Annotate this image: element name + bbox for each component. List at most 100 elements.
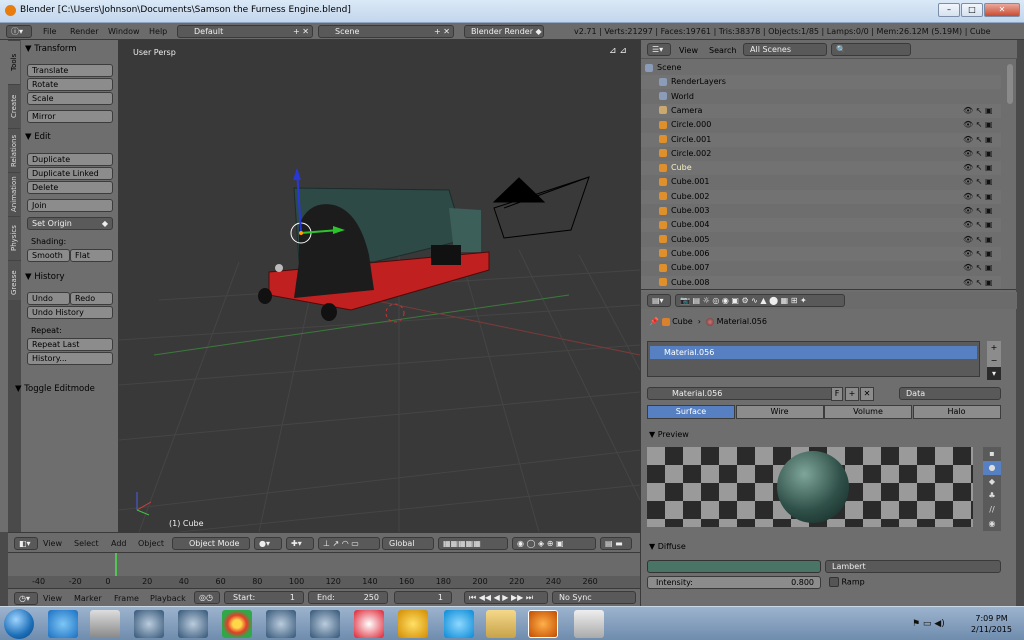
sphere-preview-icon[interactable]: ● (983, 461, 1001, 475)
end-frame-field[interactable]: End: 250 (308, 591, 388, 604)
duplicate-linked-button[interactable]: Duplicate Linked (27, 167, 113, 180)
menu-marker[interactable]: Marker (74, 594, 102, 603)
outliner-search-input[interactable]: 🔍 (831, 43, 911, 56)
new-material-button[interactable]: + (845, 387, 859, 401)
duplicate-button[interactable]: Duplicate (27, 153, 113, 166)
outliner-row[interactable]: Cube.004 👁 ↖ ▣ (641, 218, 1001, 233)
timeline-editor[interactable]: -40 -20 0 20 40 60 80 100 120 140 160 180 200 220 240 2… (8, 552, 640, 589)
outliner-row[interactable]: Cube.002 👁 ↖ ▣ (641, 189, 1001, 204)
editor-type-icon[interactable]: ▤▾ (647, 294, 671, 307)
tab-animation[interactable]: Animation (8, 172, 20, 216)
layer-buttons[interactable]: ▦▦▦▦▦ (438, 537, 508, 550)
diffuse-color-swatch[interactable] (647, 560, 821, 573)
visibility-toggles[interactable]: 👁 ↖ ▣ (963, 104, 993, 118)
visibility-toggles[interactable]: 👁 ↖ ▣ (963, 261, 993, 275)
visibility-toggles[interactable]: 👁 ↖ ▣ (963, 247, 993, 261)
close-button[interactable]: ✕ (984, 3, 1020, 17)
outliner-row[interactable]: Circle.002 👁 ↖ ▣ (641, 147, 1001, 161)
visibility-toggles[interactable]: 👁 ↖ ▣ (963, 204, 993, 218)
flat-button[interactable]: Flat (70, 249, 113, 262)
smooth-button[interactable]: Smooth (27, 249, 70, 262)
join-button[interactable]: Join (27, 199, 113, 212)
outliner-row[interactable]: Cube.007 👁 ↖ ▣ (641, 261, 1001, 275)
undo-history-button[interactable]: Undo History (27, 306, 113, 319)
preview-range-toggle[interactable]: ◎◷ (194, 591, 220, 604)
visibility-toggles[interactable]: 👁 ↖ ▣ (963, 218, 993, 232)
visibility-toggles[interactable]: 👁 ↖ ▣ (963, 190, 993, 204)
outliner-row[interactable]: Cube.005 👁 ↖ ▣ (641, 233, 1001, 247)
engine-app-icon[interactable] (266, 610, 296, 638)
tab-surface[interactable]: Surface (647, 405, 735, 419)
tab-wire[interactable]: Wire (735, 405, 824, 419)
menu-view[interactable]: View (43, 594, 62, 603)
tab-relations[interactable]: Relations (8, 128, 20, 172)
history-panel-header[interactable]: ▼ History (25, 272, 65, 282)
menu-search[interactable]: Search (709, 46, 736, 55)
editor-type-icon[interactable]: ☰▾ (647, 43, 671, 56)
set-origin-dropdown[interactable]: Set Origin ◆ (27, 217, 113, 230)
mode-select[interactable]: Object Mode (172, 537, 250, 550)
outliner-row[interactable]: Cube 👁 ↖ ▣ (641, 161, 1001, 176)
material-name-field[interactable]: Material.056 (647, 387, 843, 400)
ramp-checkbox[interactable]: Ramp (829, 577, 865, 587)
engine-app-icon-2[interactable] (310, 610, 340, 638)
blender-game-icon-2[interactable] (178, 610, 208, 638)
outliner-scrollbar[interactable] (1007, 64, 1013, 104)
tab-physics[interactable]: Physics (8, 216, 20, 260)
menu-window[interactable]: Window (108, 27, 140, 36)
menu-render[interactable]: Render (70, 27, 98, 36)
menu-playback[interactable]: Playback (150, 594, 186, 603)
visibility-toggles[interactable]: 👁 ↖ ▣ (963, 133, 993, 147)
history-button[interactable]: History... (27, 352, 113, 365)
outliner-row[interactable]: World (641, 90, 1001, 104)
edit-panel-header[interactable]: ▼ Edit (25, 132, 51, 142)
orientation-select[interactable]: Global (382, 537, 434, 550)
visibility-toggles[interactable]: 👁 ↖ ▣ (963, 175, 993, 189)
manipulator-buttons[interactable]: ⊥ ↗ ◠ ▭ (318, 537, 380, 550)
material-slot-row[interactable]: Material.056 (650, 346, 977, 359)
menu-frame[interactable]: Frame (114, 594, 139, 603)
visibility-toggles[interactable]: 👁 ↖ ▣ (963, 233, 993, 247)
outliner-row[interactable]: Cube.003 👁 ↖ ▣ (641, 204, 1001, 218)
outliner-row[interactable]: Circle.001 👁 ↖ ▣ (641, 132, 1001, 147)
blender-taskbar-icon[interactable] (528, 610, 558, 638)
scene-select[interactable]: Scene + ✕ (318, 25, 454, 38)
menu-help[interactable]: Help (149, 27, 167, 36)
blender-game-icon[interactable] (134, 610, 164, 638)
camera-object[interactable] (492, 176, 590, 239)
start-button[interactable] (4, 609, 34, 639)
tab-halo[interactable]: Halo (912, 405, 1001, 419)
translate-button[interactable]: Translate (27, 64, 113, 77)
visibility-toggles[interactable]: 👁 ↖ ▣ (963, 276, 993, 290)
visibility-toggles[interactable]: 👁 ↖ ▣ (963, 118, 993, 132)
outliner-row[interactable]: Cube.008 👁 ↖ ▣ (641, 275, 1001, 290)
properties-editor[interactable]: ▤▾ 📷 ▤ ☼ ◎ ◉ ▣ ⚙ ∿ ▲ ⬤ ▦ ⊞ ✦ 📌 Cube › Ma… (640, 289, 1017, 606)
preview-panel-header[interactable]: ▼ Preview (649, 430, 689, 439)
editor-type-icon[interactable]: ⓘ▾ (6, 25, 32, 38)
unlink-material-button[interactable]: ✕ (860, 387, 874, 401)
chrome-icon[interactable] (222, 610, 252, 638)
transform-panel-header[interactable]: ▼ Transform (25, 44, 77, 54)
paint-icon[interactable] (354, 610, 384, 638)
screen-layout-select[interactable]: Default + ✕ (177, 25, 313, 38)
link-select[interactable]: Data (899, 387, 1001, 400)
repeat-last-button[interactable]: Repeat Last (27, 338, 113, 351)
render-engine-select[interactable]: Blender Render ◆ (464, 25, 544, 38)
3d-cursor[interactable] (385, 303, 405, 323)
intensity-slider[interactable]: Intensity: 0.800 (647, 576, 821, 589)
editor-type-icon[interactable]: ◧▾ (14, 537, 38, 550)
shading-select[interactable]: ●▾ (254, 537, 282, 550)
media-player-icon[interactable] (398, 610, 428, 638)
outliner-row[interactable]: Camera 👁 ↖ ▣ (641, 103, 1001, 118)
maximize-button[interactable]: □ (961, 3, 983, 17)
fake-user-button[interactable]: F (831, 387, 843, 401)
skype-icon[interactable] (444, 610, 474, 638)
add-slot-button[interactable]: + (987, 341, 1001, 354)
material-slot-list[interactable]: Material.056 (647, 341, 980, 377)
engine-model[interactable] (258, 187, 490, 321)
slot-menu-button[interactable]: ▾ (987, 367, 1001, 380)
delete-button[interactable]: Delete (27, 181, 113, 194)
tab-tools[interactable]: Tools (8, 40, 20, 84)
mirror-button[interactable]: Mirror (27, 110, 113, 123)
minimize-button[interactable]: – (938, 3, 960, 17)
